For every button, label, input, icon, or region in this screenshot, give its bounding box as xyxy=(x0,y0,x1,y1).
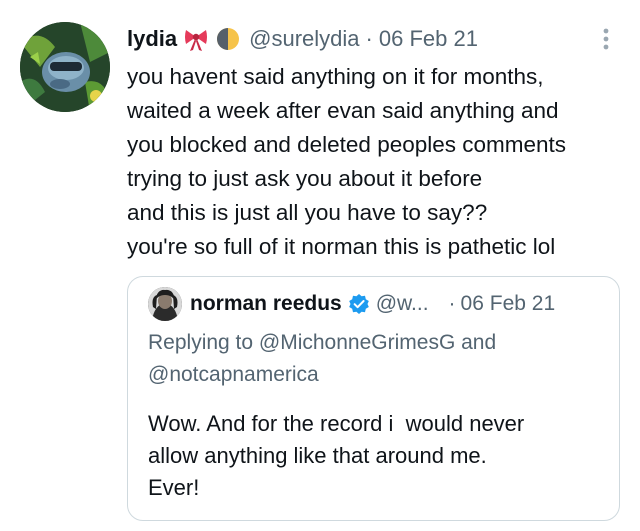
avatar[interactable] xyxy=(20,22,110,112)
quoted-text-line: Wow. And for the record i would never xyxy=(148,411,525,436)
half-moon-emoji-icon xyxy=(215,26,241,52)
reply-mention[interactable]: @MichonneGrimesG xyxy=(259,331,455,354)
more-options-icon[interactable] xyxy=(598,26,614,54)
tweet-text-line: and this is just all you have to say?? xyxy=(127,200,488,225)
tweet-date[interactable]: 06 Feb 21 xyxy=(379,26,478,52)
tweet-header: lydia @surelydia · 06 Feb 21 xyxy=(127,22,478,56)
tweet[interactable]: lydia @surelydia · 06 Feb 21 you havent … xyxy=(0,0,640,531)
quoted-display-name[interactable]: norman reedus xyxy=(190,292,342,316)
handle[interactable]: @surelydia xyxy=(249,26,359,52)
tweet-text-line: trying to just ask you about it before xyxy=(127,166,483,191)
replying-to: Replying to @MichonneGrimesG and @notcap… xyxy=(148,327,608,391)
quoted-header: norman reedus @w... · 06 Feb 21 xyxy=(190,287,555,321)
quoted-handle[interactable]: @w... xyxy=(376,292,429,316)
tweet-text-line: you blocked and deleted peoples comments xyxy=(127,132,567,157)
tweet-text-line: you havent said anything on it for month… xyxy=(127,64,544,89)
quoted-avatar[interactable] xyxy=(148,287,182,321)
verified-badge-icon xyxy=(348,293,370,315)
tweet-text-line: you're so full of it norman this is path… xyxy=(127,234,556,259)
separator-dot: · xyxy=(365,26,373,51)
quoted-text-line: allow anything like that around me. xyxy=(148,443,487,468)
tweet-text: you havent said anything on it for month… xyxy=(127,60,627,264)
replying-to-label: Replying to xyxy=(148,331,254,354)
reply-and: and xyxy=(461,331,497,354)
quoted-tweet[interactable]: norman reedus @w... · 06 Feb 21 Replying… xyxy=(127,276,620,521)
quoted-separator-dot: · xyxy=(448,292,456,315)
quoted-text: Wow. And for the record i would never al… xyxy=(148,408,608,504)
ribbon-emoji-icon xyxy=(183,26,209,52)
display-name[interactable]: lydia xyxy=(127,26,177,52)
tweet-text-line: waited a week after evan said anything a… xyxy=(127,98,559,123)
quoted-avatar-image xyxy=(148,287,182,321)
quoted-text-line: Ever! xyxy=(148,475,200,500)
quoted-date[interactable]: 06 Feb 21 xyxy=(461,292,556,316)
avatar-image xyxy=(20,22,110,112)
reply-mention[interactable]: @notcapnamerica xyxy=(148,363,319,386)
